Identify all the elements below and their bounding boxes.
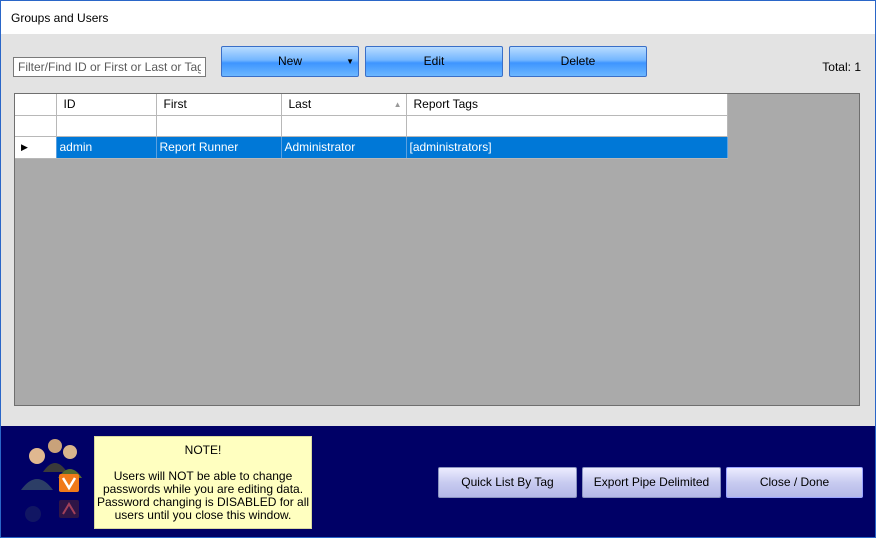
- current-row-indicator-icon: ▶: [15, 136, 57, 159]
- column-header-first[interactable]: First: [156, 94, 282, 116]
- filter-cell-last[interactable]: [281, 115, 407, 137]
- filter-row-header: [15, 115, 57, 137]
- note-heading: NOTE!: [184, 443, 222, 457]
- row-header-corner: [15, 94, 57, 116]
- export-pipe-delimited-button[interactable]: Export Pipe Delimited: [582, 467, 721, 498]
- cell-report-tags[interactable]: [administrators]: [406, 136, 728, 159]
- dropdown-arrow-icon: ▼: [346, 57, 354, 66]
- delete-button[interactable]: Delete: [509, 46, 647, 77]
- cell-first[interactable]: Report Runner: [156, 136, 282, 159]
- filter-cell-report-tags[interactable]: [406, 115, 728, 137]
- password-note: NOTE! Users will NOT be able to change p…: [94, 436, 312, 529]
- cell-last[interactable]: Administrator: [281, 136, 407, 159]
- window-title: Groups and Users: [11, 11, 109, 25]
- main-panel: New ▼ Edit Delete Total: 1 ID First Last…: [1, 34, 875, 426]
- new-button[interactable]: New ▼: [221, 46, 359, 77]
- filter-input[interactable]: [13, 57, 206, 77]
- grid-header-row: ID First Last ▲ Report Tags: [15, 94, 728, 116]
- column-header-last-label: Last: [288, 97, 312, 112]
- groups-users-window: Groups and Users New ▼ Edit Delete Total…: [0, 0, 876, 538]
- title-bar: Groups and Users: [1, 1, 875, 34]
- note-body: Users will NOT be able to change passwor…: [96, 469, 310, 522]
- quick-list-by-tag-button[interactable]: Quick List By Tag: [438, 467, 577, 498]
- column-header-report-tags[interactable]: Report Tags: [406, 94, 728, 116]
- close-done-button[interactable]: Close / Done: [726, 467, 863, 498]
- users-table: ID First Last ▲ Report Tags ▶ admin Repo…: [15, 94, 728, 159]
- table-row[interactable]: ▶ admin Report Runner Administrator [adm…: [15, 136, 728, 159]
- column-header-last[interactable]: Last ▲: [281, 94, 407, 116]
- footer-panel: NOTE! Users will NOT be able to change p…: [1, 426, 875, 537]
- column-header-id[interactable]: ID: [56, 94, 157, 116]
- sort-ascending-icon: ▲: [393, 100, 402, 109]
- grid-filter-row: [15, 115, 728, 137]
- total-count: Total: 1: [822, 60, 861, 74]
- cell-id[interactable]: admin: [56, 136, 157, 159]
- edit-button[interactable]: Edit: [365, 46, 503, 77]
- users-group-logo-icon: [21, 439, 82, 522]
- users-grid[interactable]: ID First Last ▲ Report Tags ▶ admin Repo…: [14, 93, 860, 406]
- new-button-label: New: [277, 54, 302, 68]
- filter-cell-first[interactable]: [156, 115, 282, 137]
- filter-cell-id[interactable]: [56, 115, 157, 137]
